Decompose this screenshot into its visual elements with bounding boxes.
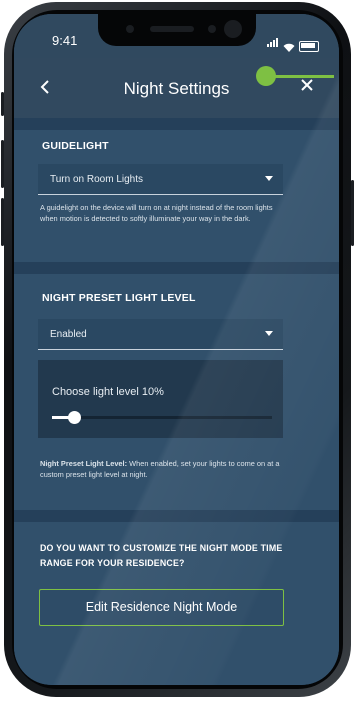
speaker-grille xyxy=(150,26,194,32)
slider-track[interactable] xyxy=(52,416,272,419)
section-divider xyxy=(14,510,339,522)
chevron-down-icon xyxy=(265,176,273,181)
signal-icon xyxy=(267,34,279,52)
select-value: Turn on Room Lights xyxy=(50,174,144,185)
select-value: Enabled xyxy=(50,329,87,340)
edit-night-mode-button[interactable]: Edit Residence Night Mode xyxy=(39,589,284,626)
note-label: Night Preset Light Level: xyxy=(40,459,128,468)
status-icons xyxy=(267,34,319,52)
night-mode-question: DO YOU WANT TO CUSTOMIZE THE NIGHT MODE … xyxy=(40,543,283,568)
light-level-box: Choose light level 10% xyxy=(38,360,283,438)
slider-thumb[interactable] xyxy=(68,411,81,424)
guidelight-section: GUIDELIGHT Turn on Room Lights A guideli… xyxy=(14,130,339,262)
guidelight-select[interactable]: Turn on Room Lights xyxy=(38,164,283,195)
side-button-right xyxy=(351,180,354,246)
app-screen: 9:41 Night Settings GUIDELIGHT Turn on R… xyxy=(14,14,339,685)
close-icon xyxy=(301,79,313,91)
page-title: Night Settings xyxy=(123,79,230,98)
sensor-dot xyxy=(126,25,134,33)
section-title: NIGHT PRESET LIGHT LEVEL xyxy=(42,292,196,304)
battery-icon xyxy=(299,41,319,52)
callout-dot xyxy=(256,66,276,86)
status-bar: 9:41 xyxy=(14,14,339,58)
night-preset-select[interactable]: Enabled xyxy=(38,319,283,350)
callout-line xyxy=(274,75,334,78)
wifi-icon xyxy=(283,43,295,52)
app-header: Night Settings xyxy=(14,58,339,118)
sensor-dot xyxy=(208,25,216,33)
night-preset-note: Night Preset Light Level: When enabled, … xyxy=(40,458,292,480)
section-divider xyxy=(14,262,339,274)
notch xyxy=(98,14,256,46)
status-time: 9:41 xyxy=(52,33,78,48)
front-camera xyxy=(224,20,242,38)
guidelight-description: A guidelight on the device will turn on … xyxy=(40,203,273,223)
close-button[interactable] xyxy=(301,75,313,96)
section-title: GUIDELIGHT xyxy=(42,140,109,152)
section-divider xyxy=(14,118,339,130)
slider-label: Choose light level 10% xyxy=(52,386,164,398)
chevron-down-icon xyxy=(265,331,273,336)
